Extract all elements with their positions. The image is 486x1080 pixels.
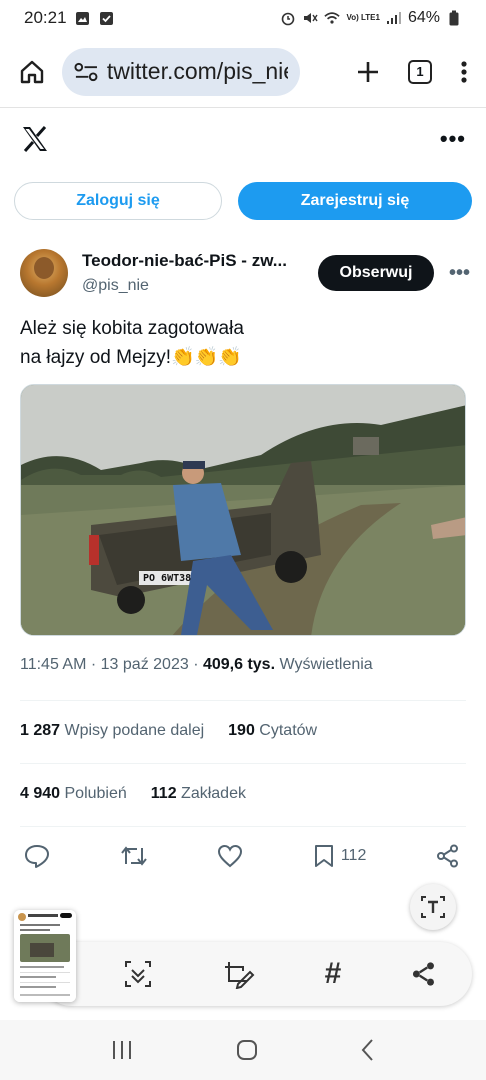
home-icon (20, 60, 44, 83)
meta-separator: · (90, 656, 101, 673)
views-label: Wyświetlenia (279, 656, 373, 673)
user-handle[interactable]: @pis_nie (82, 277, 308, 295)
bookmarks-stat[interactable]: 112 Zakładek (151, 785, 246, 803)
quotes-stat[interactable]: 190 Cytatów (228, 722, 317, 740)
share-icon (436, 844, 458, 868)
tweet-more-icon[interactable]: ••• (449, 262, 470, 285)
bookmark-icon (314, 845, 333, 867)
site-settings-icon[interactable] (74, 61, 99, 83)
share-icon[interactable] (411, 961, 437, 987)
tweet-date[interactable]: 13 paź 2023 (101, 656, 189, 673)
x-header: ••• (0, 108, 486, 170)
login-button[interactable]: Zaloguj się (14, 182, 222, 220)
tweet-meta: 11:45 AM · 13 paź 2023 · 409,6 tys. Wyśw… (20, 656, 373, 674)
tab-switcher-button[interactable]: 1 (408, 59, 432, 84)
scan-icon[interactable] (123, 959, 153, 989)
stats-row-reposts: 1 287 Wpisy podane dalej 190 Cytatów (20, 722, 317, 740)
license-plate-text: PO 6WT38 (143, 573, 192, 584)
home-nav-icon[interactable] (235, 1038, 259, 1062)
wifi-icon (324, 10, 341, 26)
battery-icon (446, 10, 462, 26)
hashtag-icon[interactable]: # (325, 957, 342, 991)
new-tab-icon[interactable] (356, 60, 380, 84)
likes-stat[interactable]: 4 940 Polubień (20, 785, 127, 803)
signal-icon (386, 10, 402, 26)
gallery-icon (75, 10, 91, 26)
check-icon (99, 10, 115, 26)
auth-buttons: Zaloguj się Zarejestruj się (14, 182, 472, 220)
avatar[interactable] (20, 249, 68, 297)
recents-icon[interactable] (110, 1039, 134, 1061)
menu-dots-icon[interactable] (460, 60, 468, 84)
url-text[interactable]: twitter.com/pis_nie (107, 58, 288, 85)
signup-button[interactable]: Zarejestruj się (238, 182, 472, 220)
alarm-icon (280, 10, 296, 26)
like-icon (218, 844, 243, 868)
video-still (21, 385, 465, 635)
network-label: Vo) LTE1 (346, 13, 380, 22)
bookmark-count: 112 (340, 847, 367, 864)
battery-percent: 64% (407, 9, 440, 26)
thumbnail-preview (14, 910, 76, 1002)
system-nav-bar (0, 1020, 486, 1080)
tweet-text: Ależ się kobita zagotowała na łajzy od M… (20, 318, 244, 368)
retweet-icon (120, 846, 147, 866)
mute-icon (302, 10, 319, 26)
divider (20, 700, 466, 701)
status-time: 20:21 (24, 8, 67, 27)
browser-toolbar: twitter.com/pis_nie 1 (0, 36, 486, 108)
edit-icon[interactable] (223, 959, 255, 989)
reply-button[interactable] (24, 844, 50, 868)
like-button[interactable] (217, 844, 243, 868)
retweet-button[interactable] (120, 844, 148, 868)
bookmark-button[interactable]: 112 (313, 843, 367, 869)
follow-button[interactable]: Obserwuj (318, 255, 434, 291)
text-extract-icon (421, 896, 445, 918)
back-icon[interactable] (360, 1038, 376, 1062)
x-logo-icon[interactable] (20, 124, 50, 154)
stats-row-likes: 4 940 Polubień 112 Zakładek (20, 785, 246, 803)
screenshot-toolbar: # (40, 942, 472, 1006)
url-bar[interactable]: twitter.com/pis_nie (62, 47, 300, 96)
divider (20, 763, 466, 764)
reply-icon (25, 845, 49, 868)
retweets-stat[interactable]: 1 287 Wpisy podane dalej (20, 722, 204, 740)
views-count: 409,6 tys. (202, 656, 276, 673)
tweet-time[interactable]: 11:45 AM (20, 656, 86, 673)
screenshot-thumbnail[interactable] (14, 910, 76, 1002)
meta-separator: · (193, 656, 203, 673)
text-extract-button[interactable] (410, 884, 456, 930)
divider (20, 826, 466, 827)
status-bar: 20:21 Vo) LTE1 64% (0, 0, 486, 36)
share-button[interactable] (436, 844, 460, 868)
tweet-actions: 112 (20, 838, 466, 874)
home-button[interactable] (12, 52, 52, 92)
tweet-media[interactable]: PO 6WT38 (20, 384, 466, 636)
header-more-icon[interactable]: ••• (440, 126, 466, 152)
tweet-header: Teodor-nie-bać-PiS - zw... @pis_nie Obse… (20, 245, 470, 301)
display-name[interactable]: Teodor-nie-bać-PiS - zw... (82, 251, 308, 271)
